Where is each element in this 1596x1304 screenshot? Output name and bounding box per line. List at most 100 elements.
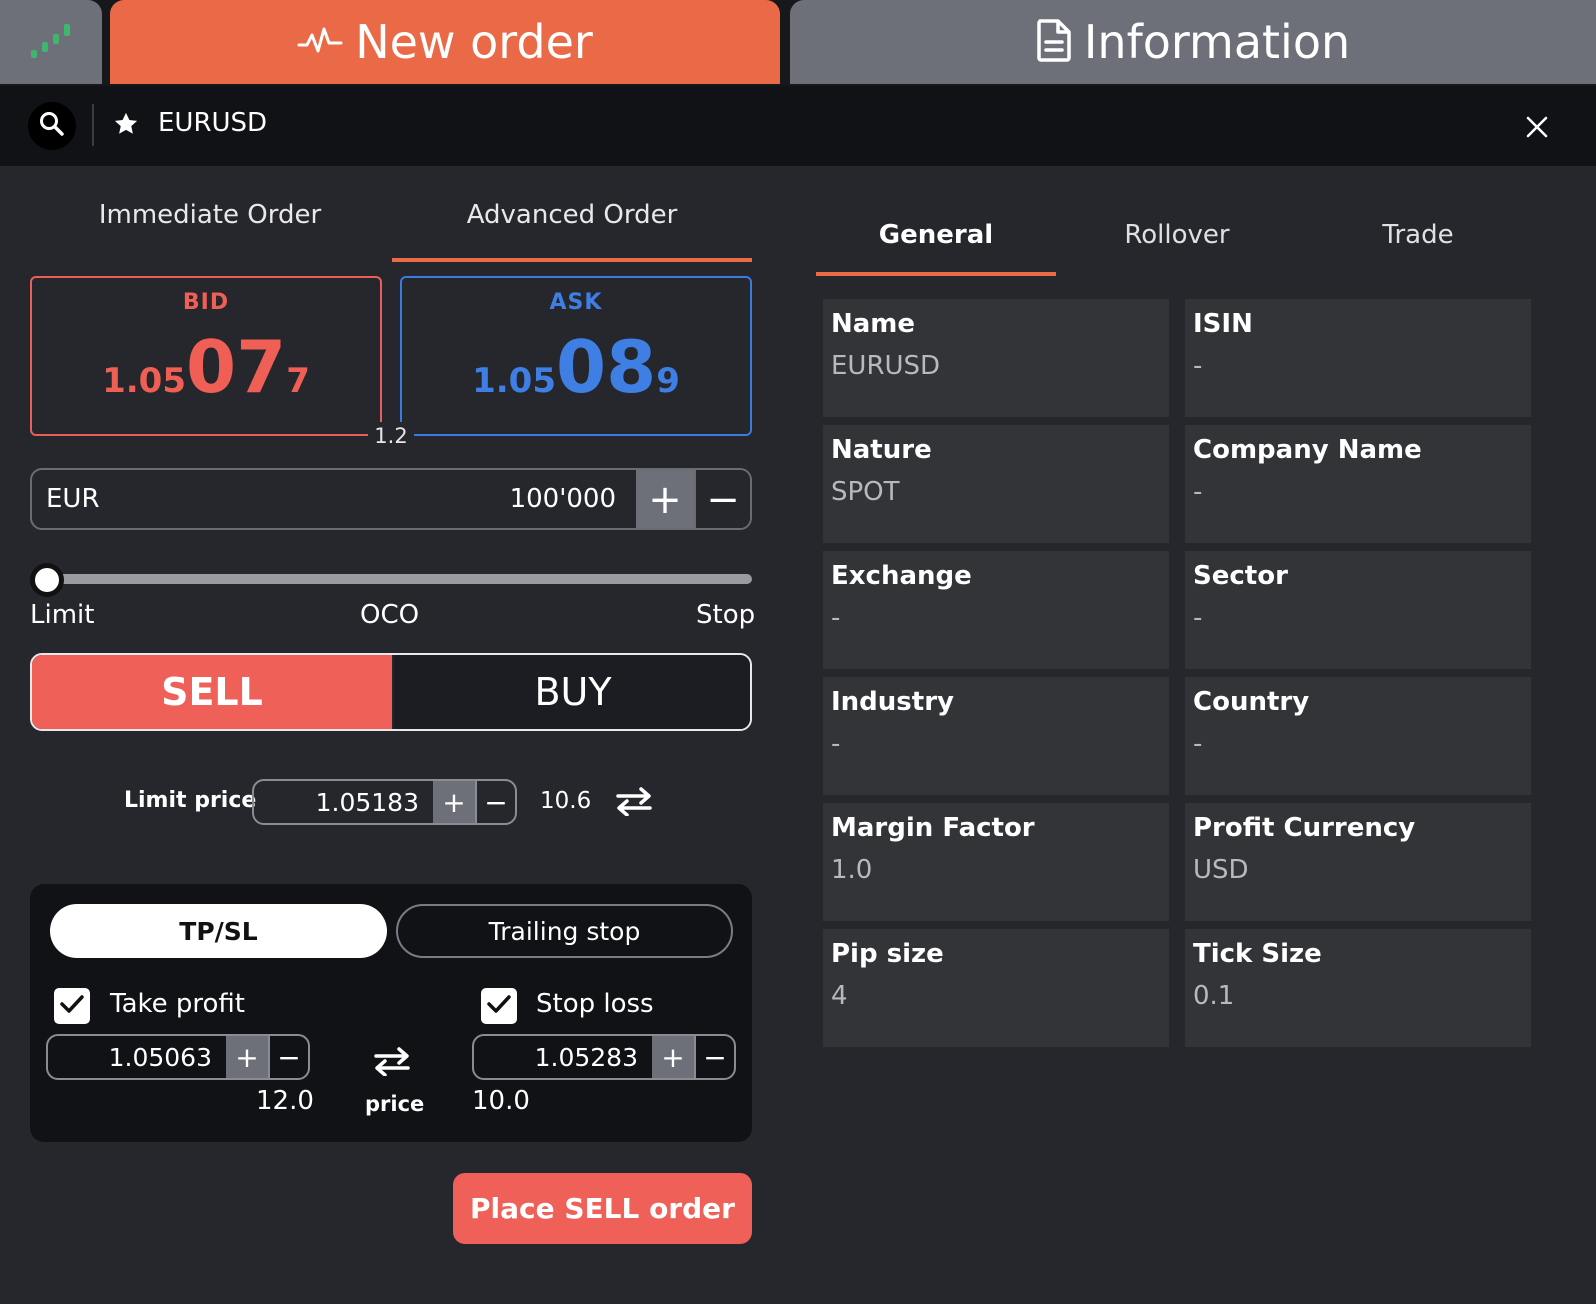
- info-card-name: Name EURUSD: [823, 299, 1169, 417]
- ask-price-pip: 9: [656, 361, 680, 401]
- info-card-value: EURUSD: [831, 351, 941, 381]
- checkmark-icon: [486, 993, 512, 1019]
- stop-loss-increase-button[interactable]: +: [652, 1036, 694, 1078]
- slider-label-oco[interactable]: OCO: [360, 600, 419, 630]
- take-profit-input[interactable]: 1.05063 + −: [46, 1034, 310, 1080]
- info-card-title: Country: [1193, 687, 1310, 717]
- slider-label-stop[interactable]: Stop: [696, 600, 755, 630]
- order-mode-slider-thumb[interactable]: [30, 563, 64, 597]
- info-card-value: -: [831, 729, 841, 759]
- checkmark-icon: [59, 993, 85, 1019]
- take-profit-checkbox[interactable]: [54, 988, 90, 1024]
- tpsl-panel: TP/SL Trailing stop Take profit Stop los…: [30, 884, 752, 1142]
- ask-price: 1.05089: [402, 325, 750, 409]
- tab-advanced-order[interactable]: Advanced Order: [392, 200, 752, 230]
- limit-price-input[interactable]: 1.05183 + −: [252, 779, 517, 825]
- amount-increase-button[interactable]: +: [636, 470, 694, 528]
- info-card-value: -: [1193, 477, 1203, 507]
- spread-value: 1.2: [368, 422, 414, 450]
- info-card-country: Country -: [1185, 677, 1531, 795]
- search-button[interactable]: [28, 102, 76, 150]
- stop-loss-checkbox[interactable]: [481, 988, 517, 1024]
- place-order-button[interactable]: Place SELL order: [453, 1173, 752, 1244]
- info-card-industry: Industry -: [823, 677, 1169, 795]
- stop-loss-label: Stop loss: [536, 989, 654, 1019]
- info-card-value: 4: [831, 981, 848, 1011]
- limit-price-decrease-button[interactable]: −: [475, 781, 515, 823]
- info-card-value: -: [831, 603, 841, 633]
- tab-information-label: Information: [1083, 15, 1351, 69]
- info-card-value: -: [1193, 603, 1203, 633]
- active-tab-indicator: [816, 272, 1056, 276]
- tab-trade[interactable]: Trade: [1298, 220, 1538, 250]
- info-card-isin: ISIN -: [1185, 299, 1531, 417]
- limit-price-distance: 10.6: [540, 788, 592, 814]
- stop-loss-distance: 10.0: [472, 1086, 530, 1116]
- stop-loss-decrease-button[interactable]: −: [694, 1036, 734, 1078]
- buy-button[interactable]: BUY: [394, 655, 750, 729]
- info-card-exchange: Exchange -: [823, 551, 1169, 669]
- tab-trailing-stop[interactable]: Trailing stop: [396, 904, 733, 958]
- info-card-value: SPOT: [831, 477, 900, 507]
- swap-mode-label: price: [365, 1092, 425, 1116]
- info-card-value: -: [1193, 351, 1203, 381]
- take-profit-distance: 12.0: [256, 1086, 314, 1116]
- ask-price-box[interactable]: ASK 1.05089: [400, 276, 752, 436]
- info-card-title: Profit Currency: [1193, 813, 1416, 843]
- tab-tpsl[interactable]: TP/SL: [50, 904, 387, 958]
- info-card-title: Exchange: [831, 561, 972, 591]
- info-card-title: Name: [831, 309, 916, 339]
- info-card-pip-size: Pip size 4: [823, 929, 1169, 1047]
- instrument-symbol: EURUSD: [158, 108, 268, 138]
- take-profit-increase-button[interactable]: +: [226, 1036, 268, 1078]
- close-icon[interactable]: [1524, 114, 1550, 144]
- bid-price-prefix: 1.05: [102, 361, 186, 401]
- document-icon: [1036, 18, 1072, 66]
- amount-value[interactable]: 100'000: [510, 484, 616, 514]
- info-card-value: 0.1: [1193, 981, 1235, 1011]
- info-card-sector: Sector -: [1185, 551, 1531, 669]
- info-card-title: Margin Factor: [831, 813, 1035, 843]
- take-profit-decrease-button[interactable]: −: [268, 1036, 308, 1078]
- limit-price-value[interactable]: 1.05183: [316, 788, 419, 817]
- divider: [92, 104, 94, 146]
- slider-label-limit[interactable]: Limit: [30, 600, 94, 630]
- info-card-title: Industry: [831, 687, 954, 717]
- swap-arrows-icon[interactable]: [372, 1046, 412, 1080]
- instrument-bar: EURUSD: [0, 86, 1596, 166]
- amount-decrease-button[interactable]: −: [694, 470, 750, 528]
- side-toggle: SELL BUY: [30, 653, 752, 731]
- info-card-title: Pip size: [831, 939, 944, 969]
- tab-general[interactable]: General: [816, 220, 1056, 250]
- sell-button[interactable]: SELL: [32, 655, 392, 729]
- order-mode-slider-track[interactable]: [44, 574, 752, 584]
- swap-arrows-icon[interactable]: [614, 786, 654, 820]
- amount-currency: EUR: [46, 484, 100, 514]
- info-card-title: Tick Size: [1193, 939, 1322, 969]
- take-profit-value[interactable]: 1.05063: [109, 1043, 212, 1072]
- info-card-profit-currency: Profit Currency USD: [1185, 803, 1531, 921]
- bid-price: 1.05077: [32, 325, 380, 409]
- stop-loss-value[interactable]: 1.05283: [535, 1043, 638, 1072]
- bid-price-box[interactable]: BID 1.05077: [30, 276, 382, 436]
- info-card-title: Nature: [831, 435, 932, 465]
- bid-price-big: 07: [186, 325, 287, 409]
- bid-price-pip: 7: [286, 361, 310, 401]
- tab-new-order-label: New order: [355, 15, 593, 69]
- star-icon[interactable]: [112, 110, 140, 142]
- ask-price-big: 08: [556, 325, 657, 409]
- tab-chart[interactable]: [0, 0, 102, 84]
- info-card-title: ISIN: [1193, 309, 1253, 339]
- tab-information[interactable]: Information: [790, 0, 1596, 84]
- pulse-icon: [297, 25, 343, 59]
- info-card-company-name: Company Name -: [1185, 425, 1531, 543]
- tab-rollover[interactable]: Rollover: [1057, 220, 1297, 250]
- stop-loss-input[interactable]: 1.05283 + −: [472, 1034, 736, 1080]
- take-profit-label: Take profit: [110, 989, 246, 1019]
- limit-price-increase-button[interactable]: +: [433, 781, 475, 823]
- ask-label: ASK: [549, 290, 603, 315]
- tab-immediate-order[interactable]: Immediate Order: [30, 200, 390, 230]
- info-card-value: USD: [1193, 855, 1249, 885]
- tab-new-order[interactable]: New order: [110, 0, 780, 84]
- amount-input[interactable]: EUR 100'000 + −: [30, 468, 752, 530]
